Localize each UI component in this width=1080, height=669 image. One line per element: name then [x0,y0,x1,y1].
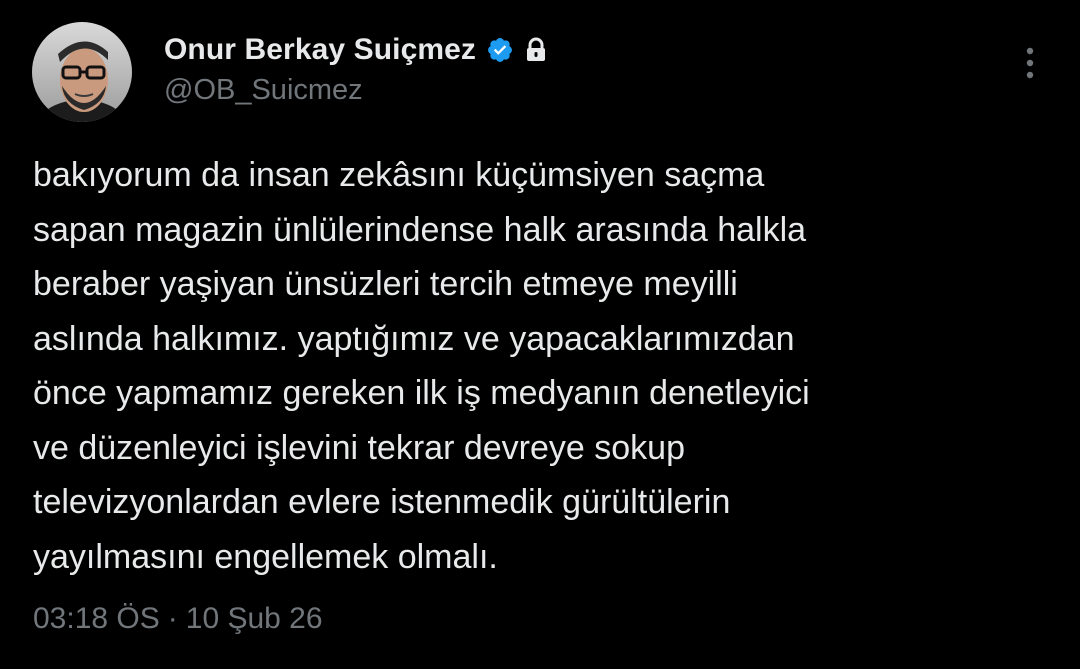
meta-separator: · [167,602,178,635]
more-vertical-icon [1026,47,1034,79]
display-name[interactable]: Onur Berkay Suiçmez [164,33,476,67]
avatar-image [32,22,132,122]
more-options-button[interactable] [1010,40,1050,86]
tweet-timestamp: 03:18 ÖS · 10 Şub 26 [33,602,323,636]
avatar[interactable] [32,22,132,122]
author-line: Onur Berkay Suiçmez [164,30,548,70]
lock-icon [524,37,548,63]
verified-badge-icon [486,36,514,64]
tweet-date[interactable]: 10 Şub 26 [186,602,323,636]
user-handle[interactable]: @OB_Suicmez [164,74,363,107]
tweet: Onur Berkay Suiçmez @OB_Suicmez bakıyoru… [0,0,1080,669]
tweet-time[interactable]: 03:18 ÖS [33,602,160,636]
tweet-text: bakıyorum da insan zekâsını küçümsiyen s… [33,156,810,576]
